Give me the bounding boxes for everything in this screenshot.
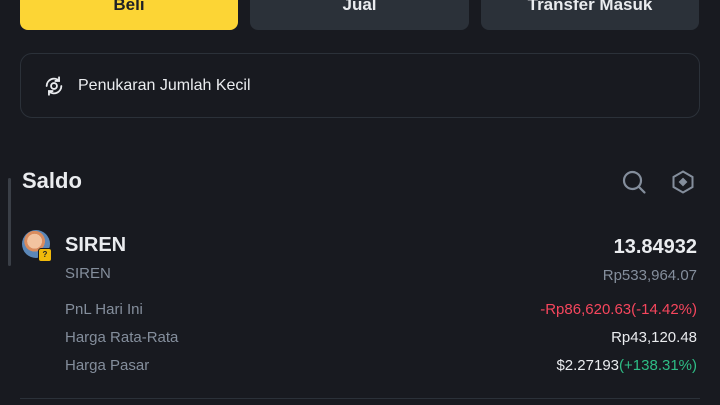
asset-amount: 13.84932	[613, 236, 697, 258]
pnl-value: -Rp86,620.63(-14.42%)	[540, 301, 697, 318]
balance-title: Saldo	[22, 168, 82, 193]
hexagon-settings-icon[interactable]	[670, 169, 696, 195]
small-exchange-card[interactable]: Penukaran Jumlah Kecil	[20, 53, 700, 118]
asset-subtitle: SIREN	[65, 265, 111, 282]
asset-badge-icon: ?	[38, 248, 52, 262]
wallet-page: Beli Jual Transfer Masuk Penukaran Jumla…	[0, 0, 720, 405]
divider	[20, 398, 700, 399]
asset-value: Rp533,964.07	[602, 267, 697, 284]
asset-name[interactable]: SIREN	[65, 234, 126, 257]
search-icon[interactable]	[621, 169, 647, 195]
market-price-change: (+138.31%)	[619, 357, 697, 374]
scrollbar[interactable]	[8, 178, 11, 266]
avg-price-value: Rp43,120.48	[611, 329, 697, 346]
avg-price-label: Harga Rata-Rata	[65, 329, 179, 346]
market-price-row: $2.27193(+138.31%)	[556, 357, 697, 374]
sell-button[interactable]: Jual	[250, 0, 469, 30]
swap-circle-icon	[45, 75, 63, 96]
pnl-label: PnL Hari Ini	[65, 301, 143, 318]
transfer-in-button[interactable]: Transfer Masuk	[481, 0, 699, 30]
buy-button[interactable]: Beli	[20, 0, 238, 30]
market-price-value: $2.27193	[556, 357, 620, 374]
small-exchange-label: Penukaran Jumlah Kecil	[78, 76, 251, 94]
market-price-label: Harga Pasar	[65, 357, 150, 374]
